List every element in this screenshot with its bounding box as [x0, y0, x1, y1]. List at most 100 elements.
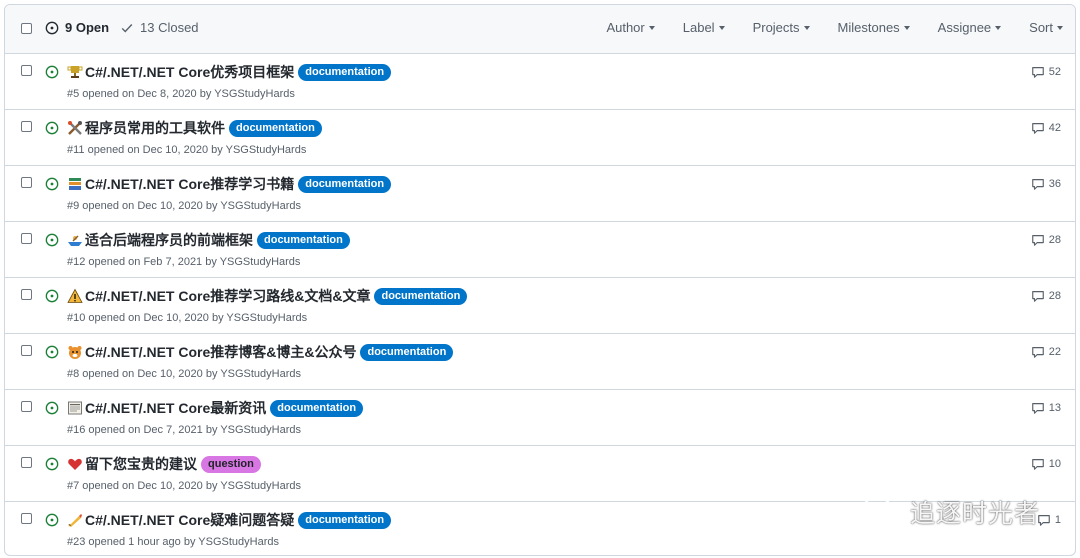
- rowboat-icon: [67, 232, 83, 248]
- issue-open-icon: [45, 345, 59, 364]
- issue-row[interactable]: 适合后端程序员的前端框架 documentation #12 opened on F…: [5, 222, 1075, 278]
- check-icon: [121, 23, 133, 33]
- comment-count: 13: [1048, 402, 1061, 414]
- filter-label: Label: [682, 20, 715, 35]
- issue-title-link[interactable]: 适合后端程序员的前端框架: [85, 230, 253, 250]
- issue-label[interactable]: documentation: [257, 231, 350, 249]
- issue-row[interactable]: C#/.NET/.NET Core最新资讯 documentation #16 op…: [5, 390, 1075, 446]
- issue-open-icon: [45, 457, 59, 476]
- issue-label[interactable]: documentation: [229, 119, 322, 137]
- projects-filter[interactable]: Projects: [753, 20, 810, 35]
- issue-title-link[interactable]: C#/.NET/.NET Core优秀项目框架: [85, 62, 294, 82]
- issue-checkbox[interactable]: [21, 457, 32, 468]
- heart-icon: [67, 456, 83, 472]
- filter-bar: Author Label Projects Milestones Assigne…: [606, 20, 1075, 35]
- issue-label[interactable]: question: [201, 455, 261, 473]
- issue-row[interactable]: 程序员常用的工具软件 documentation #11 opened on Dec…: [5, 110, 1075, 166]
- issue-meta: #12 opened on Feb 7, 2021 by YSGStudyHar…: [67, 256, 301, 268]
- wechat-icon: [862, 495, 901, 527]
- comment-icon: [1031, 177, 1049, 191]
- issues-list-header: 9 Open 13 Closed Author Label Projects M…: [5, 5, 1075, 54]
- issues-list-box: 9 Open 13 Closed Author Label Projects M…: [4, 4, 1076, 556]
- warning-icon: [67, 288, 83, 304]
- issue-label[interactable]: documentation: [270, 399, 364, 417]
- issue-title-line: C#/.NET/.NET Core疑难问题答疑 documentation: [67, 510, 392, 530]
- comment-icon: [1031, 233, 1049, 247]
- sort-filter[interactable]: Sort: [1029, 20, 1063, 35]
- chevron-down-icon: [995, 26, 1002, 30]
- newspaper-icon: [67, 400, 83, 416]
- issue-title-link[interactable]: C#/.NET/.NET Core推荐博客&博主&公众号: [85, 342, 356, 362]
- comment-count: 52: [1048, 66, 1061, 78]
- author-filter[interactable]: Author: [606, 20, 655, 35]
- issue-row[interactable]: C#/.NET/.NET Core推荐学习路线&文档&文章 documentati…: [5, 278, 1075, 334]
- issue-checkbox[interactable]: [21, 233, 32, 244]
- chevron-down-icon: [903, 26, 910, 30]
- closed-issues-filter[interactable]: 13 Closed: [120, 20, 199, 35]
- label-filter[interactable]: Label: [683, 20, 725, 35]
- books-icon: [67, 176, 83, 192]
- issue-row[interactable]: C#/.NET/.NET Core推荐学习书籍 documentation #9 o…: [5, 166, 1075, 222]
- comments-link[interactable]: 28: [1031, 233, 1061, 247]
- comment-count: 28: [1048, 234, 1061, 246]
- issue-meta: #5 opened on Dec 8, 2020 by YSGStudyHard…: [67, 88, 295, 100]
- issues-list: C#/.NET/.NET Core优秀项目框架 documentation #5 o…: [5, 54, 1075, 555]
- issue-checkbox[interactable]: [21, 65, 32, 76]
- issue-checkbox[interactable]: [21, 289, 32, 300]
- open-issues-filter[interactable]: 9 Open: [45, 20, 109, 35]
- comments-link[interactable]: 28: [1031, 289, 1061, 303]
- open-count: 9 Open: [65, 20, 110, 35]
- issue-title-link[interactable]: 程序员常用的工具软件: [85, 118, 225, 138]
- closed-count: 13 Closed: [140, 20, 199, 35]
- issue-row[interactable]: C#/.NET/.NET Core推荐博客&博主&公众号 documentatio…: [5, 334, 1075, 390]
- issue-checkbox[interactable]: [21, 401, 32, 412]
- comments-link[interactable]: 22: [1031, 345, 1061, 359]
- issue-label[interactable]: documentation: [298, 511, 392, 529]
- watermark: 追逐时光者: [862, 494, 1040, 530]
- issue-label[interactable]: documentation: [374, 287, 468, 305]
- comments-link[interactable]: 10: [1031, 457, 1061, 471]
- issue-title-link[interactable]: C#/.NET/.NET Core疑难问题答疑: [85, 510, 294, 530]
- issue-title-link[interactable]: C#/.NET/.NET Core最新资讯: [85, 398, 266, 418]
- issue-meta: #11 opened on Dec 10, 2020 by YSGStudyHa…: [67, 144, 307, 156]
- comments-link[interactable]: 1: [1037, 513, 1061, 527]
- issue-open-icon: [45, 233, 59, 252]
- issue-label[interactable]: documentation: [360, 343, 454, 361]
- tiger-icon: [67, 344, 83, 360]
- issue-title-line: C#/.NET/.NET Core推荐学习路线&文档&文章 documentati…: [67, 286, 468, 306]
- issue-title-link[interactable]: C#/.NET/.NET Core推荐学习路线&文档&文章: [85, 286, 370, 306]
- issue-title-line: C#/.NET/.NET Core推荐学习书籍 documentation: [67, 174, 392, 194]
- issue-title-line: 适合后端程序员的前端框架 documentation: [67, 230, 350, 250]
- select-all-checkbox[interactable]: [21, 23, 32, 34]
- assignee-filter[interactable]: Assignee: [938, 20, 1002, 35]
- issue-row[interactable]: C#/.NET/.NET Core优秀项目框架 documentation #5 o…: [5, 54, 1075, 110]
- issue-open-icon: [45, 21, 59, 34]
- comment-count: 36: [1048, 178, 1061, 190]
- issue-title-link[interactable]: 留下您宝贵的建议: [85, 454, 197, 474]
- trophy-icon: [67, 64, 83, 80]
- issue-title-line: 程序员常用的工具软件 documentation: [67, 118, 322, 138]
- issue-checkbox[interactable]: [21, 121, 32, 132]
- milestones-filter[interactable]: Milestones: [838, 20, 910, 35]
- issue-title-line: C#/.NET/.NET Core优秀项目框架 documentation: [67, 62, 392, 82]
- comment-count: 22: [1048, 346, 1061, 358]
- tools-icon: [67, 120, 83, 136]
- issue-title-link[interactable]: C#/.NET/.NET Core推荐学习书籍: [85, 174, 294, 194]
- issue-meta: #16 opened on Dec 7, 2021 by YSGStudyHar…: [67, 424, 302, 436]
- issue-label[interactable]: documentation: [298, 175, 392, 193]
- comments-link[interactable]: 36: [1031, 177, 1061, 191]
- issue-meta: #8 opened on Dec 10, 2020 by YSGStudyHar…: [67, 368, 302, 380]
- comments-link[interactable]: 42: [1031, 121, 1061, 135]
- issue-label[interactable]: documentation: [298, 63, 392, 81]
- comments-link[interactable]: 13: [1031, 401, 1061, 415]
- issue-checkbox[interactable]: [21, 177, 32, 188]
- filter-label: Sort: [1029, 20, 1053, 35]
- comments-link[interactable]: 52: [1031, 65, 1061, 79]
- issue-checkbox[interactable]: [21, 345, 32, 356]
- comment-count: 42: [1048, 122, 1061, 134]
- comment-icon: [1031, 65, 1049, 79]
- issue-title-line: 留下您宝贵的建议 question: [67, 454, 261, 474]
- issue-open-icon: [45, 401, 59, 420]
- issue-checkbox[interactable]: [21, 513, 32, 524]
- filter-label: Projects: [752, 20, 800, 35]
